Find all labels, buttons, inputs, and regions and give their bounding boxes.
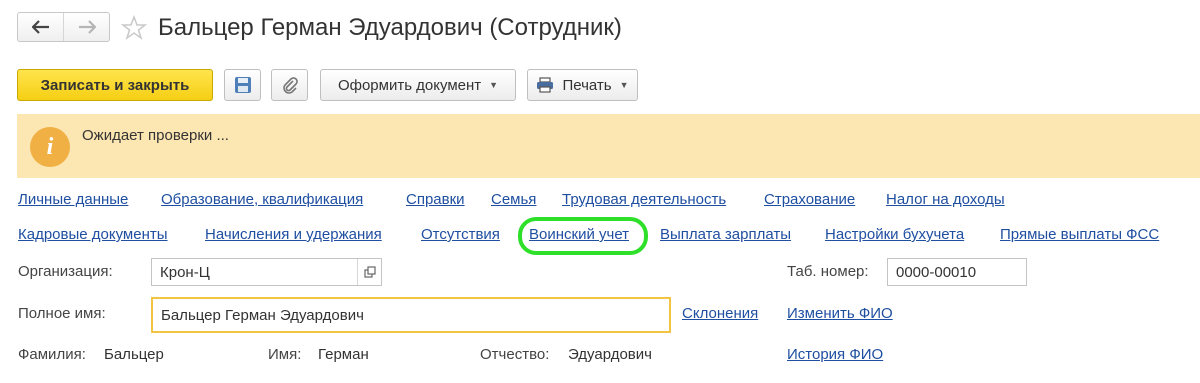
status-notice-panel <box>17 114 1200 178</box>
forward-button[interactable] <box>63 13 109 41</box>
section-link-employment[interactable]: Трудовая деятельность <box>562 191 726 208</box>
section-link-hr-documents[interactable]: Кадровые документы <box>18 226 168 243</box>
section-link-education[interactable]: Образование, квалификация <box>161 191 363 208</box>
first-name-value: Герман <box>318 346 369 363</box>
arrow-left-icon <box>31 20 49 34</box>
save-button[interactable] <box>224 69 261 101</box>
print-label: Печать <box>562 76 612 94</box>
create-document-label: Оформить документ <box>337 76 482 94</box>
declensions-link[interactable]: Склонения <box>682 305 758 322</box>
section-link-family[interactable]: Семья <box>491 191 536 208</box>
first-name-label: Имя: <box>268 346 302 363</box>
section-link-absences[interactable]: Отсутствия <box>421 226 500 243</box>
name-history-link[interactable]: История ФИО <box>787 346 883 363</box>
section-link-accounting-settings[interactable]: Настройки бухучета <box>825 226 964 243</box>
section-link-certificates[interactable]: Справки <box>406 191 465 208</box>
floppy-disk-icon <box>234 77 251 93</box>
section-link-fss-payments[interactable]: Прямые выплаты ФСС <box>1000 226 1159 243</box>
section-link-income-tax[interactable]: Налог на доходы <box>886 191 1005 208</box>
open-organization-button[interactable] <box>357 259 381 285</box>
paperclip-icon <box>282 77 298 94</box>
surname-value: Бальцер <box>104 346 164 363</box>
printer-icon <box>537 77 554 93</box>
create-document-dropdown[interactable]: Оформить документ ▼ <box>320 69 516 101</box>
chevron-down-icon: ▼ <box>489 80 499 90</box>
back-button[interactable] <box>18 13 63 41</box>
tab-number-value: 0000-00010 <box>896 263 977 281</box>
status-notice-text: Ожидает проверки ... <box>82 127 229 144</box>
change-name-link[interactable]: Изменить ФИО <box>787 305 893 322</box>
surname-label: Фамилия: <box>18 346 86 363</box>
section-link-insurance[interactable]: Страхование <box>764 191 855 208</box>
page-title: Бальцер Герман Эдуардович (Сотрудник) <box>158 14 622 41</box>
highlight-ring <box>518 217 648 255</box>
save-and-close-button[interactable]: Записать и закрыть <box>17 69 213 101</box>
organization-field[interactable]: Крон-Ц <box>151 258 382 286</box>
print-dropdown[interactable]: Печать ▼ <box>527 69 638 101</box>
organization-value: Крон-Ц <box>160 263 210 281</box>
full-name-field[interactable]: Бальцер Герман Эдуардович <box>151 297 671 333</box>
patronymic-value: Эдуардович <box>568 346 652 363</box>
section-link-salary-payment[interactable]: Выплата зарплаты <box>660 226 791 243</box>
patronymic-label: Отчество: <box>480 346 550 363</box>
arrow-right-icon <box>78 20 96 34</box>
full-name-label: Полное имя: <box>18 305 106 322</box>
tab-number-label: Таб. номер: <box>787 263 869 280</box>
favorite-star-icon[interactable] <box>120 14 148 42</box>
info-icon: i <box>30 127 70 167</box>
chevron-down-icon: ▼ <box>619 80 629 90</box>
open-link-icon <box>363 266 376 278</box>
full-name-value: Бальцер Герман Эдуардович <box>161 306 364 324</box>
section-link-accruals[interactable]: Начисления и удержания <box>205 226 382 243</box>
organization-label: Организация: <box>18 263 113 280</box>
attach-file-button[interactable] <box>271 69 308 101</box>
history-nav-group <box>17 12 110 42</box>
tab-number-field[interactable]: 0000-00010 <box>887 258 1027 286</box>
section-link-personal-data[interactable]: Личные данные <box>18 191 128 208</box>
